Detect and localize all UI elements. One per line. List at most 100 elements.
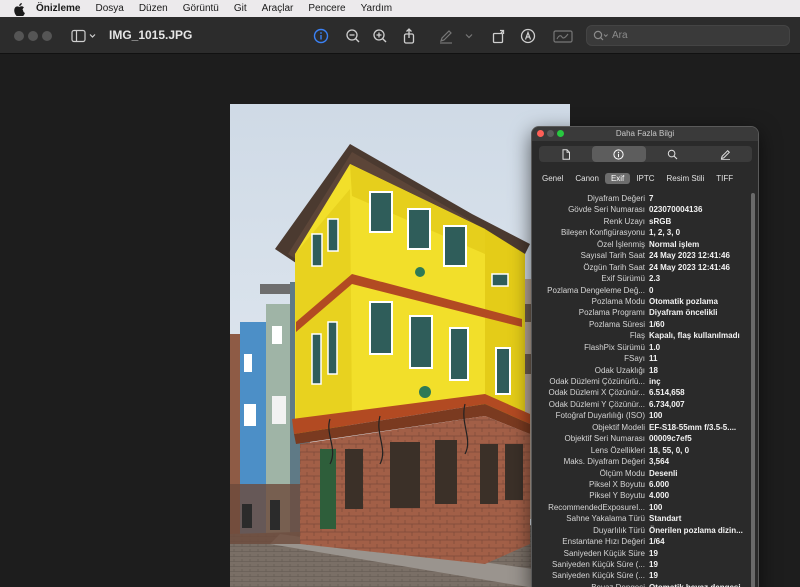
exif-key: Odak Düzlemi X Çözünür...	[548, 388, 645, 398]
table-row: Gövde Seri Numarası 023070004136	[532, 204, 752, 215]
table-row: FlashPix Sürümü 1.0	[532, 342, 752, 353]
share-icon[interactable]	[400, 27, 418, 45]
exif-value: 023070004136	[649, 205, 703, 215]
document-icon[interactable]	[539, 146, 592, 162]
search-field[interactable]	[586, 25, 790, 46]
panel-title: Daha Fazla Bilgi	[615, 129, 675, 138]
exif-value: 19	[649, 571, 658, 581]
info-icon[interactable]	[312, 27, 330, 45]
menu-pencere[interactable]: Pencere	[308, 3, 345, 14]
menu-app-name[interactable]: Önizleme	[36, 3, 80, 14]
menu-dosya[interactable]: Dosya	[95, 3, 123, 14]
table-row: Saniyeden Küçük Süre 19	[532, 548, 752, 559]
exif-value: Standart	[649, 514, 682, 524]
exif-value: sRGB	[649, 216, 672, 226]
minimize-window-button[interactable]	[28, 31, 38, 41]
menu-goruntu[interactable]: Görüntü	[183, 3, 219, 14]
table-row: Flaş Kapalı, flaş kullanılmadı	[532, 330, 752, 341]
exif-key: Diyafram Değeri	[587, 194, 645, 203]
inspector-segmented-control	[539, 146, 752, 162]
exif-key: Maks. Diyafram Değeri	[563, 457, 645, 467]
tab-exif[interactable]: Exif	[604, 173, 631, 184]
exif-key: Saniyeden Küçük Süre	[563, 548, 645, 558]
exif-value: 7	[649, 194, 654, 203]
tab-canon[interactable]: Canon	[569, 173, 605, 184]
exif-value: 11	[649, 354, 658, 364]
exif-value: EF-S18-55mm f/3.5-5....	[649, 422, 737, 432]
exif-key: Sahne Yakalama Türü	[566, 514, 645, 524]
exif-value: 00009c7ef5	[649, 434, 692, 444]
table-row: Renk Uzayı sRGB	[532, 216, 752, 227]
table-row: Exif Sürümü 2.3	[532, 273, 752, 284]
exif-value: 18, 55, 0, 0	[649, 445, 690, 455]
exif-key: Odak Uzaklığı	[594, 365, 645, 375]
exif-key: Duyarlılık Türü	[593, 525, 645, 535]
menu-duzen[interactable]: Düzen	[139, 3, 168, 14]
info-icon[interactable]	[592, 146, 646, 162]
table-row: FSayı 11	[532, 353, 752, 364]
exif-key: Fotoğraf Duyarlılığı (ISO)	[555, 411, 645, 421]
table-row: Pozlama Modu Otomatik pozlama	[532, 296, 752, 307]
table-row: Piksel X Boyutu 6.000	[532, 479, 752, 490]
exif-key: FSayı	[624, 354, 645, 364]
exif-key: Flaş	[629, 331, 645, 341]
pencil-icon[interactable]	[699, 146, 752, 162]
exif-value: 19	[649, 560, 658, 569]
exif-key: FlashPix Sürümü	[584, 342, 645, 352]
table-row: Özgün Tarih Saat 24 May 2023 12:41:46	[532, 262, 752, 273]
exif-key: RecommendedExposureI...	[548, 502, 645, 512]
tab-iptc[interactable]: IPTC	[630, 173, 660, 184]
exif-value: 0	[649, 285, 654, 295]
table-row: Sahne Yakalama Türü Standart	[532, 513, 752, 524]
exif-value: inç	[649, 377, 661, 386]
table-row: Odak Düzlemi X Çözünür... 6.514,658	[532, 387, 752, 398]
menu-git[interactable]: Git	[234, 3, 247, 14]
exif-value: Otomatik pozlama	[649, 296, 718, 306]
exif-value: 19	[649, 548, 658, 558]
exif-value: 6.000	[649, 479, 670, 489]
table-row: Beyaz DengesiOtomatik beyaz dengesi	[532, 582, 752, 587]
rotate-icon[interactable]	[490, 27, 508, 45]
exif-value: Kapalı, flaş kullanılmadı	[649, 331, 740, 341]
markup-highlight-icon[interactable]	[437, 27, 455, 45]
markup-icon[interactable]	[519, 27, 537, 45]
zoom-in-icon[interactable]	[371, 27, 389, 45]
table-row: Piksel Y Boyutu 4.000	[532, 490, 752, 501]
menu-yardim[interactable]: Yardım	[361, 3, 393, 14]
tab-tiff[interactable]: TIFF	[710, 173, 739, 184]
zoom-out-icon[interactable]	[344, 27, 362, 45]
table-row: Odak Düzlemi Çözünürlü... inç	[532, 376, 752, 387]
tab-genel[interactable]: Genel	[536, 173, 569, 184]
table-row: Sayısal Tarih Saat 24 May 2023 12:41:46	[532, 250, 752, 261]
table-row: Saniyeden Küçük Süre (... 19	[532, 559, 752, 570]
table-row: Fotoğraf Duyarlılığı (ISO) 100	[532, 410, 752, 421]
exif-key: Piksel Y Boyutu	[589, 491, 645, 501]
exif-value: 2.3	[649, 274, 661, 284]
sidebar-toggle-icon[interactable]	[70, 27, 98, 45]
exif-table: Diyafram Değeri 7 Gövde Seri Numarası 02307…	[532, 193, 752, 587]
apple-logo-icon[interactable]	[13, 2, 27, 17]
chevron-down-icon[interactable]	[463, 27, 475, 45]
table-row: Odak Uzaklığı 18	[532, 365, 752, 376]
table-row: Objektif Seri Numarası 00009c7ef5	[532, 433, 752, 444]
exif-key: Bileşen Konfigürasyonu	[560, 228, 645, 238]
panel-zoom-button[interactable]	[557, 130, 564, 137]
exif-value: 1/64	[649, 537, 665, 547]
exif-key: Enstantane Hızı Değeri	[562, 537, 645, 547]
exif-value: Desenli	[649, 468, 678, 478]
table-row: Bileşen Konfigürasyonu 1, 2, 3, 0	[532, 227, 752, 238]
exif-key: Pozlama Dengeleme Değ...	[547, 285, 645, 295]
table-row: Özel İşlenmiş Normal işlem	[532, 239, 752, 250]
exif-value: 6.734,007	[649, 399, 685, 409]
zoom-window-button[interactable]	[42, 31, 52, 41]
signature-icon[interactable]	[553, 27, 573, 45]
tab-resim-stili[interactable]: Resim Stili	[661, 173, 711, 184]
search-input[interactable]	[612, 30, 762, 41]
panel-minimize-button[interactable]	[547, 130, 554, 137]
magnifier-icon[interactable]	[646, 146, 699, 162]
menu-araclar[interactable]: Araçlar	[262, 3, 294, 14]
table-row: Ölçüm Modu Desenli	[532, 468, 752, 479]
panel-scrollbar[interactable]	[751, 193, 755, 587]
panel-close-button[interactable]	[537, 130, 544, 137]
close-window-button[interactable]	[14, 31, 24, 41]
